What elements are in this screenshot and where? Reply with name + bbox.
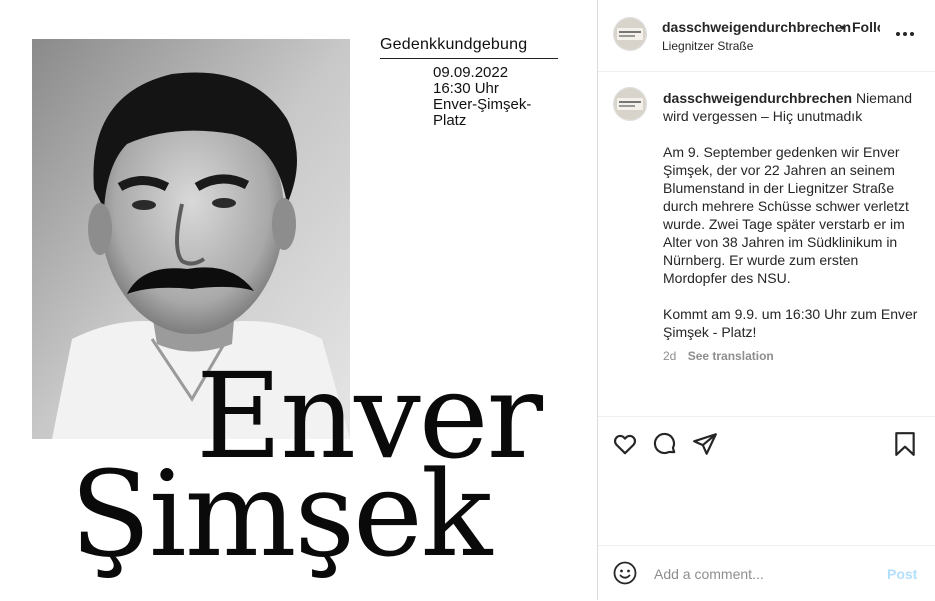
separator-dot: • (840, 19, 845, 35)
header-username[interactable]: dasschweigendurchbrechen (662, 19, 851, 35)
comment-icon[interactable] (652, 431, 678, 457)
post-age: 2d (663, 349, 677, 363)
event-info: Gedenkkundgebung 09.09.2022 16:30 Uhr En… (380, 36, 558, 129)
see-translation-button[interactable]: See translation (688, 349, 774, 363)
event-details: 09.09.2022 16:30 Uhr Enver-Şimşek- Platz (433, 65, 558, 129)
action-bar (598, 416, 935, 545)
more-options-icon[interactable] (893, 22, 917, 46)
post-image[interactable]: Gedenkkundgebung 09.09.2022 16:30 Uhr En… (0, 0, 597, 601)
emoji-icon[interactable] (613, 561, 637, 585)
caption-paragraph-1: Am 9. September gedenken wir Enver Şimşe… (663, 144, 909, 286)
caption-avatar[interactable] (613, 87, 647, 121)
event-title: Gedenkkundgebung (380, 36, 558, 59)
caption-paragraph-2: Kommt am 9.9. um 16:30 Uhr zum Enver Şim… (663, 306, 918, 340)
poster-last-name: Şimşek (70, 445, 492, 583)
instagram-post: Gedenkkundgebung 09.09.2022 16:30 Uhr En… (0, 0, 935, 601)
event-place-line1: Enver-Şimşek- (433, 96, 532, 113)
caption-username[interactable]: dasschweigendurchbrechen (663, 90, 852, 106)
comment-composer: Post (598, 545, 935, 601)
avatar[interactable] (613, 17, 647, 51)
follow-button[interactable]: Follow (852, 19, 880, 35)
post-header: dasschweigendurchbrechen • Follow Liegni… (598, 0, 935, 72)
event-place-line2: Platz (433, 112, 467, 129)
location-link[interactable]: Liegnitzer Straße (662, 39, 753, 53)
post-comment-button[interactable]: Post (887, 566, 917, 582)
event-date: 09.09.2022 (433, 64, 509, 81)
heart-icon[interactable] (612, 431, 638, 457)
bookmark-icon[interactable] (892, 431, 918, 457)
caption-meta: 2d See translation (663, 347, 925, 365)
caption: dasschweigendurchbrechen Niemand wird ve… (598, 72, 935, 416)
share-icon[interactable] (692, 431, 718, 457)
caption-first-line: dasschweigendurchbrechen Niemand wird ve… (663, 89, 925, 125)
event-time: 16:30 Uhr (433, 80, 499, 97)
caption-text: dasschweigendurchbrechen Niemand wird ve… (663, 89, 925, 365)
comment-input[interactable] (654, 564, 874, 584)
post-side-panel: dasschweigendurchbrechen • Follow Liegni… (597, 0, 935, 600)
